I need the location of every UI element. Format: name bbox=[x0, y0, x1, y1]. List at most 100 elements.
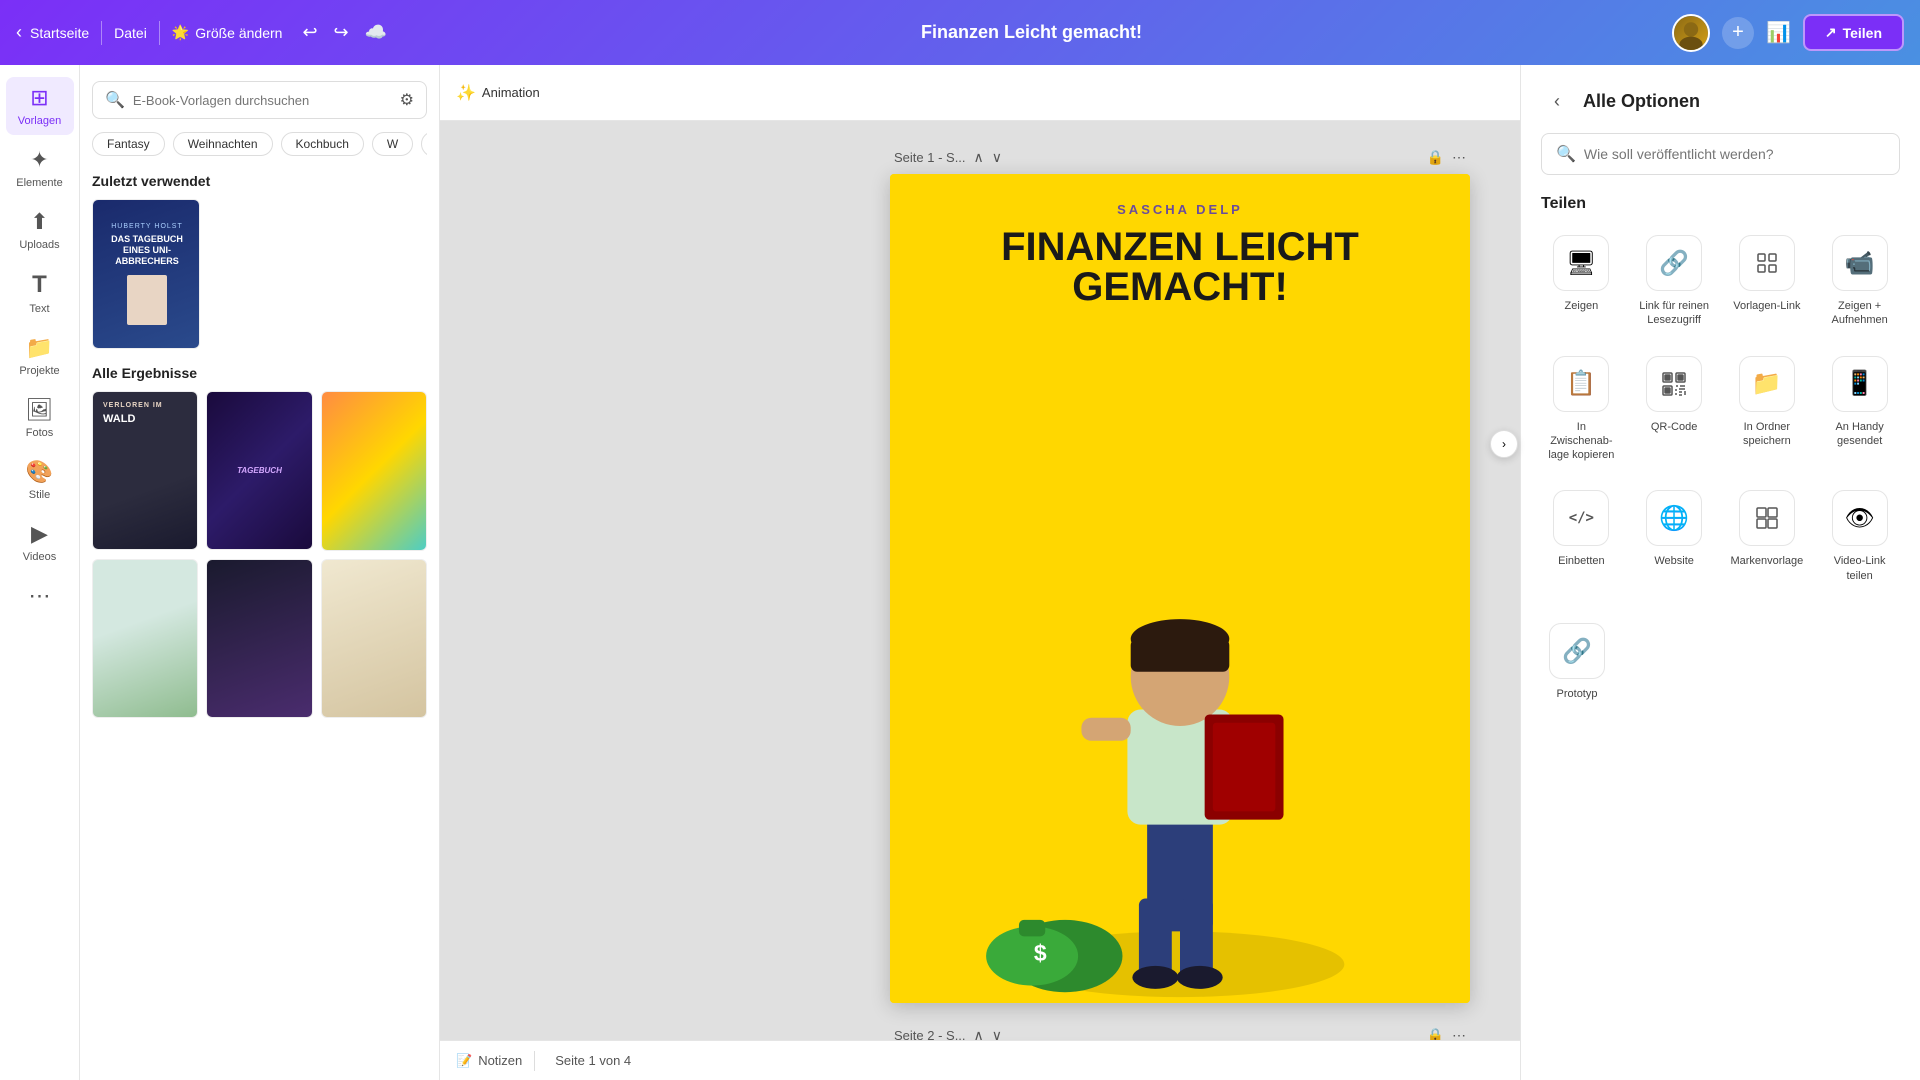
share-item-ordner[interactable]: 📁 In Ordner speichern bbox=[1726, 348, 1807, 471]
fotos-icon: 🖼 bbox=[26, 397, 54, 423]
file-menu[interactable]: Datei bbox=[114, 25, 147, 41]
tag-kochbuch[interactable]: Kochbuch bbox=[281, 132, 364, 156]
home-link[interactable]: Startseite bbox=[30, 25, 89, 41]
sidebar-item-uploads[interactable]: ⬆ Uploads bbox=[6, 201, 74, 259]
share-item-prototyp[interactable]: 🔗 Prototyp bbox=[1545, 615, 1609, 709]
filter-icon[interactable]: ⚙ bbox=[400, 90, 414, 110]
share-panel-header: ‹ Alle Optionen bbox=[1541, 85, 1900, 117]
page-2-container: Seite 2 - S... ∧ ∨ 🔒 ⋯ "EIN SCHLAUES ZIT… bbox=[890, 1019, 1470, 1040]
result-item-5[interactable] bbox=[206, 559, 312, 718]
notes-label: Notizen bbox=[478, 1053, 522, 1068]
qrcode-label: QR-Code bbox=[1651, 420, 1697, 434]
markenvorlage-icon bbox=[1739, 490, 1795, 546]
vorlagen-link-icon bbox=[1739, 235, 1795, 291]
hide-panel-button[interactable]: › bbox=[1490, 430, 1518, 458]
sidebar-item-videos[interactable]: ▶ Videos bbox=[6, 513, 74, 571]
share-item-handy[interactable]: 📱 An Handy gesendet bbox=[1819, 348, 1900, 471]
share-item-website[interactable]: 🌐 Website bbox=[1634, 482, 1715, 591]
recently-used-section: Zuletzt verwendet HUBERTY HOLST DAS TAGE… bbox=[92, 173, 427, 349]
result-item-4[interactable] bbox=[92, 559, 198, 718]
tag-w[interactable]: W bbox=[372, 132, 413, 156]
share-item-qrcode[interactable]: QR-Code bbox=[1634, 348, 1715, 471]
page-1-actions: 🔒 ⋯ bbox=[1427, 149, 1466, 166]
resize-button[interactable]: 🌟 Größe ändern bbox=[172, 24, 283, 41]
hide-panel-icon: › bbox=[1502, 437, 1506, 451]
page-info: Seite 1 von 4 bbox=[555, 1053, 631, 1068]
notes-icon: 📝 bbox=[456, 1053, 472, 1069]
share-search-input[interactable] bbox=[1584, 146, 1885, 162]
result-item-1[interactable]: VERLOREN IM WALD bbox=[92, 391, 198, 550]
share-item-lesezugriff[interactable]: 🔗 Link für reinen Lesezugriff bbox=[1634, 227, 1715, 336]
page-1-label: Seite 1 - S... bbox=[894, 150, 966, 165]
page-1-chevron-up[interactable]: ∧ bbox=[974, 149, 984, 166]
more-icon: ⋯ bbox=[29, 583, 51, 609]
share-item-zwischenablage[interactable]: 📋 In Zwischenab-lage kopieren bbox=[1541, 348, 1622, 471]
tag-scroll-right[interactable]: › bbox=[421, 131, 427, 157]
share-label: Teilen bbox=[1843, 25, 1882, 41]
sidebar-item-stile[interactable]: 🎨 Stile bbox=[6, 451, 74, 509]
lesezugriff-label: Link für reinen Lesezugriff bbox=[1638, 299, 1711, 328]
result-item-2[interactable]: TAGEBUCH bbox=[206, 391, 312, 550]
stile-label: Stile bbox=[29, 489, 50, 501]
cloud-button[interactable]: ☁️ bbox=[361, 18, 391, 47]
page-2-more[interactable]: ⋯ bbox=[1452, 1027, 1466, 1040]
elemente-icon: ✦ bbox=[30, 147, 48, 173]
back-button[interactable]: ‹ bbox=[16, 22, 22, 43]
handy-icon: 📱 bbox=[1832, 356, 1888, 412]
templates-search-input[interactable] bbox=[133, 93, 392, 108]
sidebar-item-more[interactable]: ⋯ bbox=[6, 575, 74, 617]
result-item-6[interactable] bbox=[321, 559, 427, 719]
uploads-icon: ⬆ bbox=[30, 209, 48, 235]
share-item-vorlagen-link[interactable]: Vorlagen-Link bbox=[1726, 227, 1807, 336]
zeigen-icon: 🖥 bbox=[1553, 235, 1609, 291]
undo-button[interactable]: ↩ bbox=[298, 18, 321, 47]
share-item-zeigen[interactable]: 🖥 Zeigen bbox=[1541, 227, 1622, 336]
back-arrow-icon: ‹ bbox=[16, 22, 22, 43]
uploads-label: Uploads bbox=[19, 239, 59, 251]
tag-weihnachten[interactable]: Weihnachten bbox=[173, 132, 273, 156]
lesezugriff-icon: 🔗 bbox=[1646, 235, 1702, 291]
add-collaborator-button[interactable]: + bbox=[1722, 17, 1754, 49]
header-left: ‹ Startseite Datei 🌟 Größe ändern bbox=[16, 21, 282, 45]
page-2-chevron-up[interactable]: ∧ bbox=[974, 1027, 984, 1040]
result-item-3[interactable] bbox=[321, 391, 427, 551]
sidebar-item-text[interactable]: T Text bbox=[6, 263, 74, 323]
sidebar-item-vorlagen[interactable]: ⊞ Vorlagen bbox=[6, 77, 74, 135]
resize-icon: 🌟 bbox=[172, 24, 189, 41]
fotos-label: Fotos bbox=[26, 427, 54, 439]
document-title[interactable]: Finanzen Leicht gemacht! bbox=[921, 22, 1142, 43]
redo-button[interactable]: ↪ bbox=[330, 18, 353, 47]
page-2-chevron-down[interactable]: ∨ bbox=[992, 1027, 1002, 1040]
vorlagen-label: Vorlagen bbox=[18, 115, 61, 127]
animation-button[interactable]: ✨ Animation bbox=[456, 83, 540, 103]
share-item-einbetten[interactable]: </> Einbetten bbox=[1541, 482, 1622, 591]
elemente-label: Elemente bbox=[16, 177, 62, 189]
einbetten-label: Einbetten bbox=[1558, 554, 1604, 568]
share-back-button[interactable]: ‹ bbox=[1541, 85, 1573, 117]
page-2-lock[interactable]: 🔒 bbox=[1427, 1027, 1444, 1040]
page-1-chevron-down[interactable]: ∨ bbox=[992, 149, 1002, 166]
tag-fantasy[interactable]: Fantasy bbox=[92, 132, 165, 156]
share-item-videolink[interactable]: 👁 Video-Link teilen bbox=[1819, 482, 1900, 591]
sidebar-item-fotos[interactable]: 🖼 Fotos bbox=[6, 389, 74, 447]
prototyp-icon: 🔗 bbox=[1549, 623, 1605, 679]
zeigen-label: Zeigen bbox=[1565, 299, 1599, 313]
avatar[interactable] bbox=[1672, 14, 1710, 52]
share-button[interactable]: ↗ Teilen bbox=[1803, 14, 1904, 51]
page-1-lock[interactable]: 🔒 bbox=[1427, 149, 1444, 166]
sidebar-item-projekte[interactable]: 📁 Projekte bbox=[6, 327, 74, 385]
page1-title-text: FINANZEN LEICHT GEMACHT! bbox=[890, 217, 1470, 317]
sidebar-item-elemente[interactable]: ✦ Elemente bbox=[6, 139, 74, 197]
page-1-header-left: Seite 1 - S... ∧ ∨ bbox=[894, 149, 1002, 166]
share-search-bar: 🔍 bbox=[1541, 133, 1900, 175]
header-divider-2 bbox=[159, 21, 160, 45]
stats-button[interactable]: 📊 bbox=[1766, 20, 1791, 45]
page-1-more[interactable]: ⋯ bbox=[1452, 149, 1466, 166]
svg-text:$: $ bbox=[1034, 940, 1047, 966]
notes-button[interactable]: 📝 Notizen bbox=[456, 1053, 522, 1069]
page-1-header: Seite 1 - S... ∧ ∨ 🔒 ⋯ bbox=[890, 141, 1470, 174]
recent-template-1[interactable]: HUBERTY HOLST DAS TAGEBUCH EINES UNI-ABB… bbox=[92, 199, 200, 349]
share-item-markenvorlage[interactable]: Markenvorlage bbox=[1726, 482, 1807, 591]
share-item-aufnehmen[interactable]: 📹 Zeigen + Aufnehmen bbox=[1819, 227, 1900, 336]
page-1-canvas[interactable]: SASCHA DELP FINANZEN LEICHT GEMACHT! bbox=[890, 174, 1470, 1003]
